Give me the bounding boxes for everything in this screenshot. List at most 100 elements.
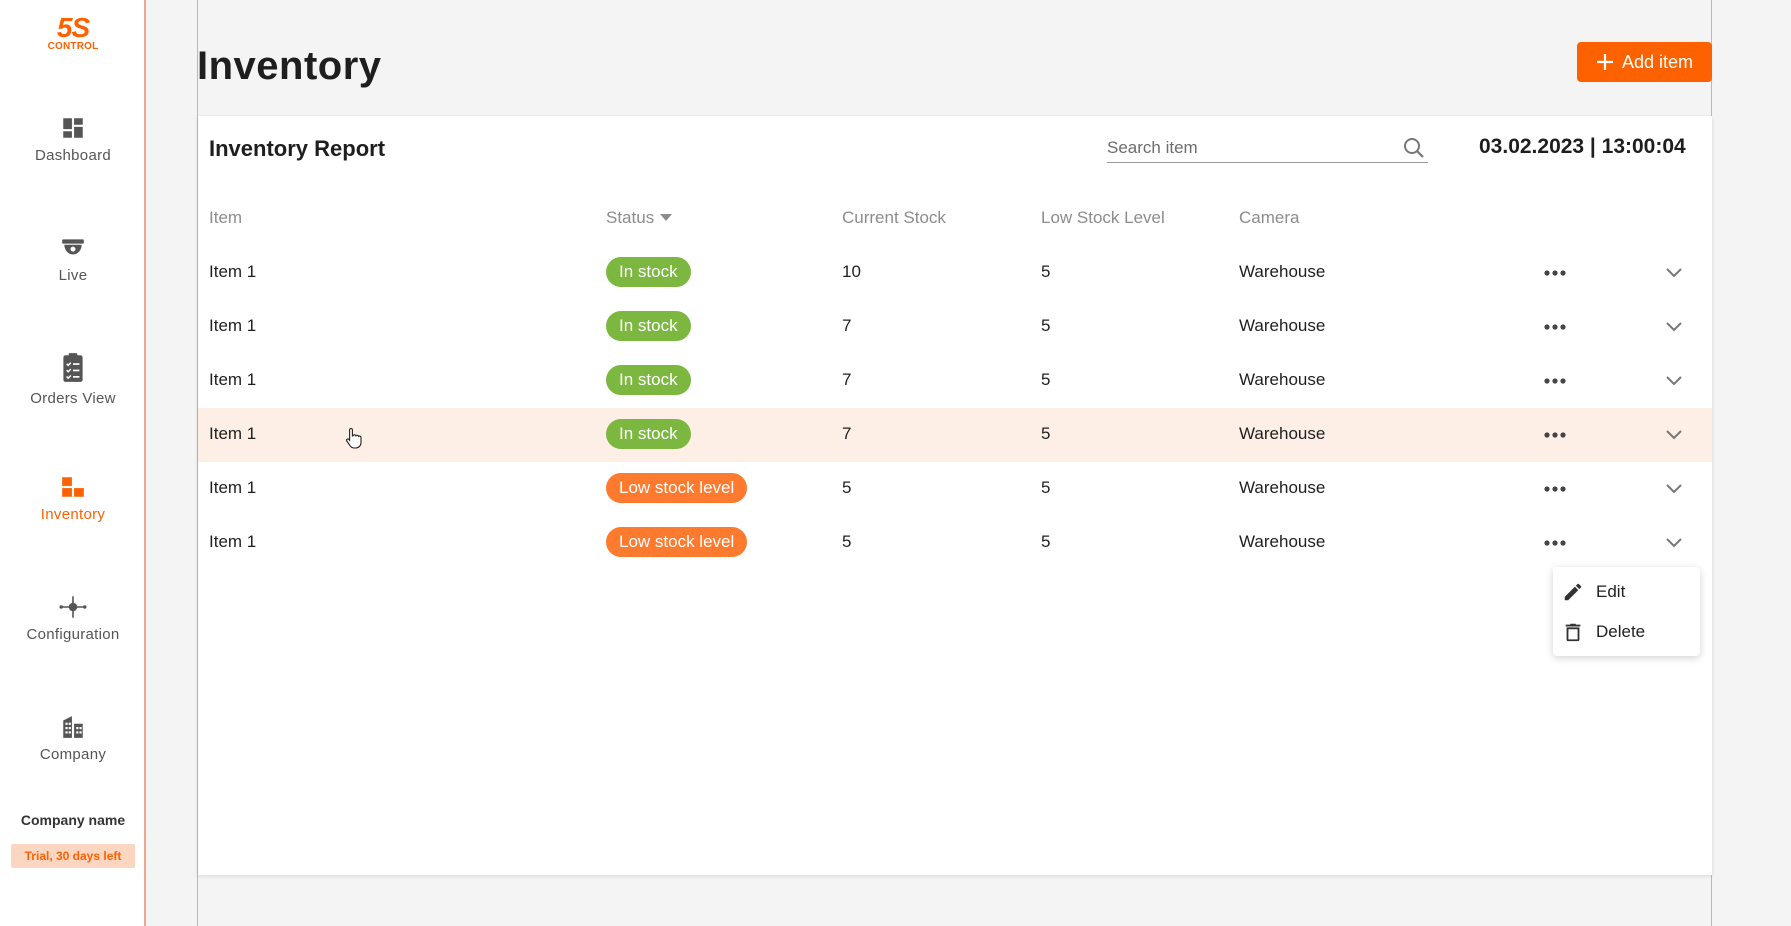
sidebar-item-label: Orders View [30,390,116,407]
chevron-down-icon [1666,322,1682,332]
cell-current-stock: 7 [842,424,852,443]
menu-item-label: Edit [1596,582,1626,601]
more-options-button[interactable] [1540,528,1570,558]
cell-camera: Warehouse [1239,316,1326,335]
column-header-camera: Camera [1239,208,1299,228]
more-options-button[interactable] [1540,474,1570,504]
table-row-hovered[interactable]: Item 1 In stock 7 5 Warehouse [198,408,1712,462]
dashboard-icon [63,118,83,138]
page-title: Inventory [197,44,382,88]
status-badge: Low stock level [606,527,748,557]
logo[interactable]: 5S CONTROL [0,14,146,52]
sidebar-item-company[interactable]: Company [0,714,146,794]
more-horizontal-icon [1544,270,1566,276]
add-item-button[interactable]: Add item [1577,42,1712,82]
status-badge: Low stock level [606,473,748,503]
status-badge: In stock [606,311,691,341]
search-input[interactable] [1107,137,1387,158]
company-name: Company name [20,812,126,828]
cell-camera: Warehouse [1239,262,1326,281]
cell-current-stock: 5 [842,532,852,551]
cell-item: Item 1 [209,424,257,443]
sidebar-item-inventory[interactable]: Inventory [0,474,146,554]
sidebar-item-label: Dashboard [34,147,112,164]
sidebar-item-configuration[interactable]: Configuration [0,594,146,674]
more-options-button[interactable] [1540,258,1570,288]
logo-sub: CONTROL [47,41,99,52]
status-badge: In stock [606,365,691,395]
cell-item: Item 1 [209,316,257,335]
table-row[interactable]: Item 1 Low stock level 5 5 Warehouse [198,516,1712,570]
cell-current-stock: 7 [842,316,852,335]
status-badge: In stock [606,419,691,449]
more-options-button[interactable] [1540,312,1570,342]
table-row[interactable]: Item 1 In stock 7 5 Warehouse [198,354,1712,408]
expand-row-button[interactable] [1659,258,1689,288]
column-header-low-stock-level: Low Stock Level [1041,208,1165,228]
more-horizontal-icon [1544,378,1566,384]
table-row[interactable]: Item 1 Low stock level 5 5 Warehouse [198,462,1712,516]
cell-camera: Warehouse [1239,424,1326,443]
expand-row-button[interactable] [1659,474,1689,504]
expand-row-button[interactable] [1659,312,1689,342]
column-header-item: Item [209,208,242,228]
more-options-button[interactable] [1540,366,1570,396]
search-box [1107,133,1428,163]
cell-current-stock: 7 [842,370,852,389]
column-header-label: Low Stock Level [1041,208,1165,227]
cell-low-stock-level: 5 [1041,370,1051,389]
report-title: Inventory Report [209,136,386,161]
cell-current-stock: 10 [842,262,861,281]
cell-camera: Warehouse [1239,478,1326,497]
column-header-label: Status [606,208,655,227]
row-context-menu: Edit Delete [1553,567,1700,656]
chevron-down-icon [1666,430,1682,440]
camera-icon [62,239,84,255]
more-horizontal-icon [1544,324,1566,330]
cell-camera: Warehouse [1239,532,1326,551]
cell-low-stock-level: 5 [1041,424,1051,443]
more-options-button[interactable] [1540,420,1570,450]
sidebar: 5S CONTROL Dashboard Live Orders View In… [0,0,146,926]
column-header-status[interactable]: Status [606,208,673,228]
column-header-label: Item [209,208,243,227]
table-row[interactable]: Item 1 In stock 7 5 Warehouse [198,300,1712,354]
more-horizontal-icon [1544,540,1566,546]
trash-icon [1565,623,1581,642]
report-datetime: 03.02.2023 | 13:00:04 [1479,135,1686,158]
expand-row-button[interactable] [1659,420,1689,450]
more-horizontal-icon [1544,486,1566,492]
expand-row-button[interactable] [1659,528,1689,558]
sort-down-icon[interactable] [660,214,673,222]
sidebar-item-dashboard[interactable]: Dashboard [0,115,146,195]
logo-main: 5S [56,12,90,43]
sidebar-item-live[interactable]: Live [0,235,146,315]
hand-cursor-icon [346,427,362,449]
cell-low-stock-level: 5 [1041,316,1051,335]
chevron-down-icon [1666,538,1682,548]
configuration-icon [59,596,87,618]
column-header-label: Current Stock [842,208,946,227]
sidebar-item-orders-view[interactable]: Orders View [0,352,146,432]
cell-camera: Warehouse [1239,370,1326,389]
trial-badge: Trial, 30 days left [11,844,135,868]
sidebar-item-label: Configuration [26,626,120,643]
sidebar-item-label: Company [39,746,107,763]
cell-item: Item 1 [209,370,257,389]
menu-item-edit[interactable]: Edit [1553,572,1700,612]
menu-item-delete[interactable]: Delete [1553,612,1700,652]
inventory-report-card: Inventory Report 03.02.2023 | 13:00:04 I… [198,116,1712,875]
column-header-label: Camera [1239,208,1300,227]
expand-row-button[interactable] [1659,366,1689,396]
cell-low-stock-level: 5 [1041,262,1051,281]
more-horizontal-icon [1544,432,1566,438]
status-badge: In stock [606,257,691,287]
search-icon[interactable] [1402,136,1426,160]
clipboard-icon [63,353,83,382]
cell-current-stock: 5 [842,478,852,497]
table-row[interactable]: Item 1 In stock 10 5 Warehouse [198,246,1712,300]
column-header-current-stock: Current Stock [842,208,946,228]
sidebar-item-label: Inventory [40,506,106,523]
building-icon [63,716,83,738]
add-item-label: Add item [1621,51,1694,72]
